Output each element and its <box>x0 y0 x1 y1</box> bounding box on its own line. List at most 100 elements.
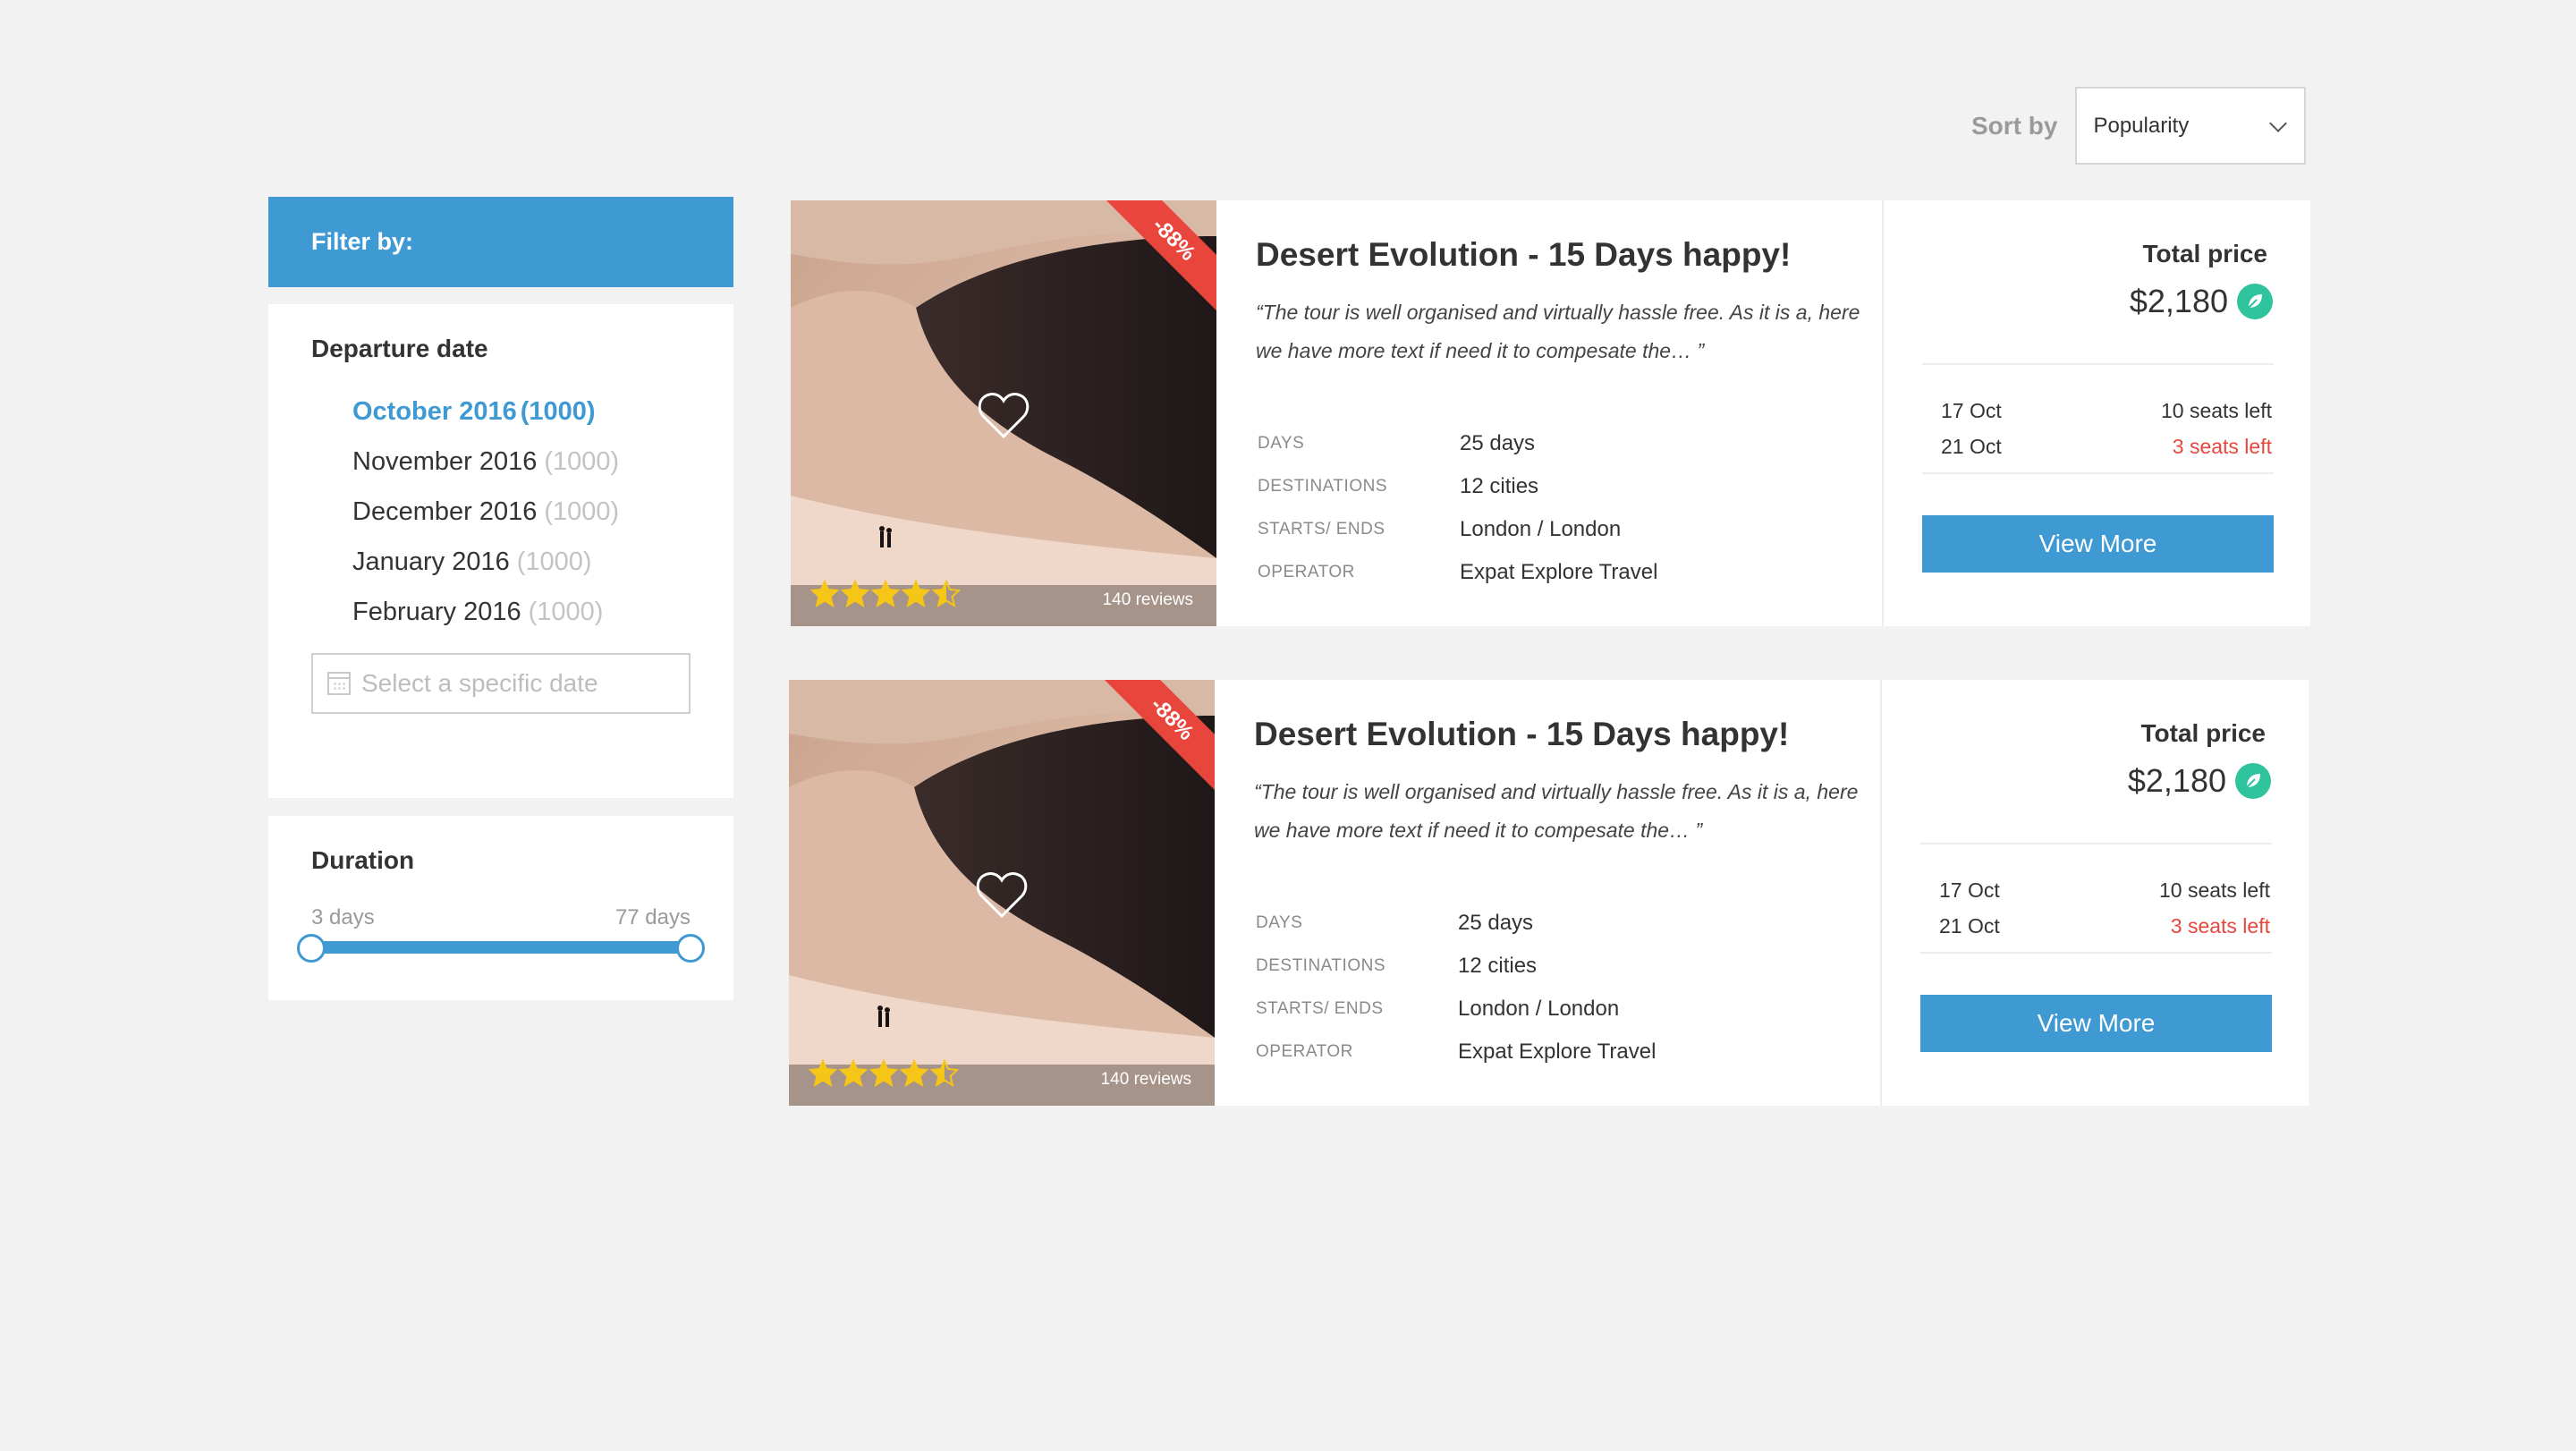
departure-date: 21 Oct <box>1941 435 2002 458</box>
month-count: (1000) <box>520 397 596 426</box>
duration-title: Duration <box>311 846 415 874</box>
month-label: October 2016 <box>352 397 517 426</box>
separator <box>1920 843 2272 844</box>
star-full-icon <box>810 580 839 608</box>
month-label: December 2016 <box>352 497 538 526</box>
star-rating <box>810 580 961 608</box>
info-value: Expat Explore Travel <box>1460 560 1658 584</box>
seats-left: 10 seats left <box>2160 399 2272 422</box>
departure-row: 17 Oct 10 seats left <box>1941 399 2272 423</box>
heart-icon[interactable] <box>977 390 1030 440</box>
info-key: DESTINATIONS <box>1256 956 1385 975</box>
month-label: February 2016 <box>352 598 521 626</box>
info-row: DAYS 25 days <box>1256 902 1656 945</box>
info-row: DESTINATIONS 12 cities <box>1256 945 1656 988</box>
seats-left: 3 seats left <box>2172 435 2272 458</box>
departure-row: 17 Oct 10 seats left <box>1939 878 2270 903</box>
star-full-icon <box>839 1059 868 1088</box>
leaf-icon <box>2235 763 2271 799</box>
info-key: DAYS <box>1256 913 1303 932</box>
tour-card: -88% 140 reviews Desert Evolution - 15 D… <box>791 200 2310 626</box>
departure-date-panel: Departure date October 2016 (1000) Novemb… <box>268 304 733 798</box>
reviews-count: 140 reviews <box>1100 1070 1191 1089</box>
separator <box>1922 363 2274 365</box>
departure-row: 21 Oct 3 seats left <box>1941 435 2272 459</box>
sort-label: Sort by <box>1971 111 2058 140</box>
duration-slider-track[interactable] <box>311 941 691 954</box>
info-key: DESTINATIONS <box>1258 477 1387 496</box>
info-key: STARTS/ ENDS <box>1258 520 1385 539</box>
tour-title[interactable]: Desert Evolution - 15 Days happy! <box>1254 716 1789 753</box>
star-full-icon <box>871 580 900 608</box>
star-full-icon <box>809 1059 837 1088</box>
tour-info-list: DAYS 25 days DESTINATIONS 12 cities STARTS/ … <box>1256 902 1656 1073</box>
star-half-icon <box>932 580 961 608</box>
duration-max-handle[interactable] <box>676 934 705 963</box>
total-price-label: Total price <box>2140 719 2266 747</box>
duration-min-label: 3 days <box>311 905 375 929</box>
heart-icon[interactable] <box>975 870 1029 920</box>
star-half-icon <box>930 1059 959 1088</box>
separator <box>1920 952 2272 954</box>
month-count: (1000) <box>544 447 620 476</box>
seats-left: 3 seats left <box>2170 914 2270 938</box>
info-row: DAYS 25 days <box>1258 422 1657 465</box>
total-price-label: Total price <box>2142 240 2267 267</box>
price-row: $2,180 <box>2128 762 2271 800</box>
star-full-icon <box>869 1059 898 1088</box>
filter-header: Filter by: <box>268 197 733 287</box>
month-option[interactable]: February 2016 (1000) <box>352 594 619 644</box>
departure-date: 21 Oct <box>1939 914 2000 938</box>
departure-date: 17 Oct <box>1939 878 2000 902</box>
price-row: $2,180 <box>2130 283 2273 320</box>
month-option[interactable]: November 2016 (1000) <box>352 444 619 494</box>
duration-min-handle[interactable] <box>297 934 326 963</box>
card-divider <box>1882 200 1884 626</box>
star-full-icon <box>902 580 930 608</box>
tour-card: -88% 140 reviews Desert Evolution - 15 D… <box>789 680 2309 1106</box>
total-price: $2,180 <box>2129 283 2228 319</box>
duration-panel: Duration 3 days 77 days <box>268 816 733 1000</box>
tour-image[interactable]: -88% 140 reviews <box>789 680 1215 1106</box>
info-key: DAYS <box>1258 434 1305 453</box>
info-row: OPERATOR Expat Explore Travel <box>1256 1031 1656 1073</box>
separator <box>1922 472 2274 474</box>
info-value: 25 days <box>1460 431 1536 455</box>
info-row: STARTS/ ENDS London / London <box>1256 988 1656 1031</box>
duration-max-label: 77 days <box>614 905 691 929</box>
tour-quote: “The tour is well organised and virtuall… <box>1256 301 1860 362</box>
tour-title[interactable]: Desert Evolution - 15 Days happy! <box>1256 236 1791 274</box>
tour-quote: “The tour is well organised and virtuall… <box>1254 780 1859 842</box>
month-count: (1000) <box>544 497 620 526</box>
tour-image[interactable]: -88% 140 reviews <box>791 200 1216 626</box>
date-placeholder: Select a specific date <box>361 669 598 697</box>
info-value: London / London <box>1460 517 1622 541</box>
leaf-icon <box>2237 284 2273 319</box>
view-more-button[interactable]: View More <box>1922 515 2274 573</box>
total-price: $2,180 <box>2127 762 2226 799</box>
reviews-count: 140 reviews <box>1102 590 1193 609</box>
departure-date-title: Departure date <box>311 335 488 362</box>
month-option[interactable]: December 2016 (1000) <box>352 494 619 544</box>
month-label: January 2016 <box>352 547 510 576</box>
sort-control: Sort by Popularity <box>1971 87 2307 165</box>
month-count: (1000) <box>516 547 592 576</box>
month-label: November 2016 <box>352 447 538 476</box>
info-row: STARTS/ ENDS London / London <box>1258 508 1657 551</box>
month-option[interactable]: January 2016 (1000) <box>352 544 619 594</box>
specific-date-input[interactable]: Select a specific date <box>311 653 691 714</box>
chevron-down-icon <box>2269 114 2288 132</box>
info-key: OPERATOR <box>1258 563 1355 581</box>
info-key: OPERATOR <box>1256 1042 1353 1061</box>
info-key: STARTS/ ENDS <box>1256 999 1384 1018</box>
month-count: (1000) <box>528 598 604 626</box>
sort-select[interactable]: Popularity <box>2075 87 2307 165</box>
info-value: Expat Explore Travel <box>1458 1039 1657 1064</box>
star-rating <box>809 1059 959 1088</box>
departure-date: 17 Oct <box>1941 399 2002 422</box>
view-more-button[interactable]: View More <box>1920 995 2272 1052</box>
duration-range-labels: 3 days 77 days <box>311 905 691 930</box>
month-option[interactable]: October 2016 (1000) <box>352 394 619 444</box>
info-row: DESTINATIONS 12 cities <box>1258 465 1657 508</box>
seats-left: 10 seats left <box>2158 878 2270 902</box>
